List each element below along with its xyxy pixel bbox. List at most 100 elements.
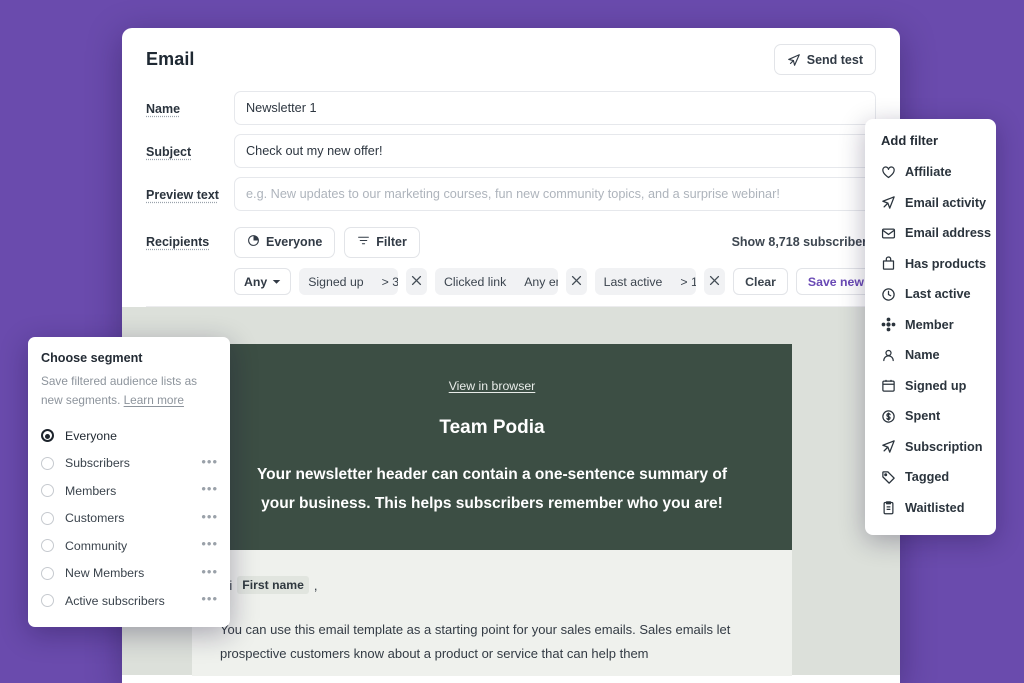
name-input[interactable]: Newsletter 1	[234, 91, 876, 125]
remove-filter-button[interactable]	[565, 268, 587, 295]
segment-label: Community	[65, 538, 128, 553]
segment-menu-icon[interactable]: •••	[201, 510, 218, 527]
segment-label: Members	[65, 483, 117, 498]
email-editor-card: Email Send test Name Newsletter 1 Subjec…	[122, 28, 900, 683]
filter-option-email-activity[interactable]: Email activity	[865, 188, 996, 219]
first-name-token[interactable]: First name	[237, 576, 309, 595]
clock-icon	[881, 287, 896, 302]
rocket-icon	[881, 439, 896, 454]
email-header-block: View in browser Team Podia Your newslett…	[192, 344, 792, 551]
filter-option-affiliate[interactable]: Affiliate	[865, 157, 996, 188]
recipients-label: Recipients	[146, 235, 210, 249]
radio-icon[interactable]	[41, 456, 54, 470]
page-title: Email	[146, 49, 195, 69]
pie-chart-icon	[247, 234, 260, 250]
remove-filter-button[interactable]	[704, 268, 726, 295]
segment-item-active-subscribers[interactable]: Active subscribers •••	[28, 587, 230, 615]
filter-option-waitlisted[interactable]: Waitlisted	[865, 493, 996, 524]
segment-menu-icon[interactable]: •••	[201, 455, 218, 472]
match-type-label: Any	[244, 274, 268, 289]
view-in-browser-link[interactable]: View in browser	[449, 379, 536, 393]
email-body-block: Hi First name , You can use this email t…	[192, 550, 792, 676]
filter-chip-field: Last active	[603, 274, 663, 289]
chevron-down-icon	[272, 275, 281, 289]
show-subscribers-link[interactable]: Show 8,718 subscribers	[732, 235, 876, 249]
filter-option-last-active[interactable]: Last active	[865, 279, 996, 310]
send-test-label: Send test	[806, 52, 863, 67]
filter-option-label: Tagged	[905, 470, 950, 485]
remove-filter-button[interactable]	[406, 268, 428, 295]
preview-text-label: Preview text	[146, 188, 219, 202]
clear-filters-button[interactable]: Clear	[733, 268, 788, 295]
preview-text-input[interactable]: e.g. New updates to our marketing course…	[234, 177, 876, 211]
segment-label: Active subscribers	[65, 593, 165, 608]
segment-item-customers[interactable]: Customers •••	[28, 505, 230, 533]
filter-option-label: Name	[905, 348, 940, 363]
choose-segment-panel: Choose segment Save filtered audience li…	[28, 337, 230, 627]
recipients-row: Recipients Everyone Filter Show 8,718 su…	[146, 220, 876, 264]
learn-more-link[interactable]: Learn more	[124, 393, 184, 407]
subject-input[interactable]: Check out my new offer!	[234, 134, 876, 168]
segment-menu-icon[interactable]: •••	[201, 565, 218, 582]
filter-option-signed-up[interactable]: Signed up	[865, 371, 996, 402]
calendar-icon	[881, 378, 896, 393]
segment-menu-icon[interactable]: •••	[201, 537, 218, 554]
segment-list: Everyone Subscribers ••• Members ••• Cus…	[28, 422, 230, 615]
paper-plane-icon	[787, 53, 801, 67]
segment-item-new-members[interactable]: New Members •••	[28, 560, 230, 588]
radio-icon[interactable]	[41, 484, 54, 498]
filter-option-label: Email address	[905, 226, 992, 241]
radio-icon[interactable]	[41, 539, 54, 553]
person-icon	[881, 348, 896, 363]
radio-icon[interactable]	[41, 566, 54, 580]
filter-option-label: Last active	[905, 287, 971, 302]
card-header: Email Send test	[122, 28, 900, 91]
segment-label: Subscribers	[65, 456, 130, 471]
filter-option-label: Subscription	[905, 439, 983, 454]
filter-chip[interactable]: Signed up > 30d	[299, 268, 399, 295]
filter-chip[interactable]: Last active > 10d	[594, 268, 697, 295]
filter-chip-value: > 10d	[680, 274, 697, 289]
filter-button[interactable]: Filter	[344, 226, 420, 258]
add-filter-panel: Add filter Affiliate Email activity Emai…	[865, 119, 996, 535]
segment-item-community[interactable]: Community •••	[28, 532, 230, 560]
radio-selected-icon[interactable]	[41, 429, 54, 443]
filter-chip-value: > 30d	[381, 274, 399, 289]
filter-option-member[interactable]: Member	[865, 310, 996, 341]
segment-item-members[interactable]: Members •••	[28, 477, 230, 505]
filter-option-email-address[interactable]: Email address	[865, 218, 996, 249]
email-headline: Your newsletter header can contain a one…	[256, 466, 728, 512]
email-preview-area: View in browser Team Podia Your newslett…	[122, 307, 900, 677]
save-new-segment-button[interactable]: Save new	[795, 268, 876, 295]
envelope-icon	[881, 226, 896, 241]
email-greeting: Hi First name ,	[220, 576, 764, 595]
name-label: Name	[146, 102, 181, 116]
subject-row: Subject Check out my new offer!	[146, 134, 876, 177]
filter-option-label: Affiliate	[905, 165, 952, 180]
segment-menu-icon[interactable]: •••	[201, 592, 218, 609]
segment-item-subscribers[interactable]: Subscribers •••	[28, 450, 230, 478]
filter-option-label: Has products	[905, 256, 987, 271]
paper-plane-icon	[881, 195, 896, 210]
filter-option-has-products[interactable]: Has products	[865, 249, 996, 280]
bag-icon	[881, 256, 896, 271]
tag-icon	[881, 470, 896, 485]
filter-option-label: Spent	[905, 409, 941, 424]
add-filter-title: Add filter	[881, 133, 939, 148]
filter-chip[interactable]: Clicked link Any email	[435, 268, 558, 295]
network-icon	[881, 317, 896, 332]
radio-icon[interactable]	[41, 511, 54, 525]
filter-option-spent[interactable]: Spent	[865, 401, 996, 432]
email-form: Name Newsletter 1 Subject Check out my n…	[122, 91, 900, 307]
radio-icon[interactable]	[41, 594, 54, 608]
filter-option-name[interactable]: Name	[865, 340, 996, 371]
filter-option-subscription[interactable]: Subscription	[865, 432, 996, 463]
segment-menu-icon[interactable]: •••	[201, 482, 218, 499]
match-type-dropdown[interactable]: Any	[234, 268, 292, 295]
filter-option-tagged[interactable]: Tagged	[865, 462, 996, 493]
send-test-button[interactable]: Send test	[773, 44, 876, 75]
everyone-label: Everyone	[266, 235, 323, 249]
close-icon	[571, 273, 582, 291]
everyone-button[interactable]: Everyone	[234, 226, 336, 258]
segment-item-everyone[interactable]: Everyone	[28, 422, 230, 450]
